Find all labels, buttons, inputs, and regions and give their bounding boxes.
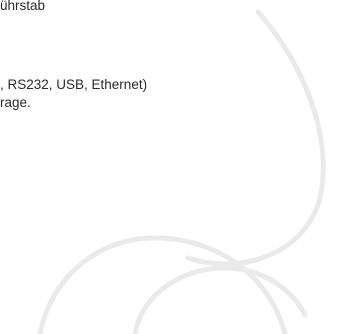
decorative-watermark — [37, 9, 326, 334]
text-line-3: rage. — [0, 95, 31, 110]
text-line-2: , RS232, USB, Ethernet) — [0, 77, 148, 92]
watermark-curve-right — [185, 9, 326, 267]
text-line-1: ührstab — [0, 0, 46, 13]
